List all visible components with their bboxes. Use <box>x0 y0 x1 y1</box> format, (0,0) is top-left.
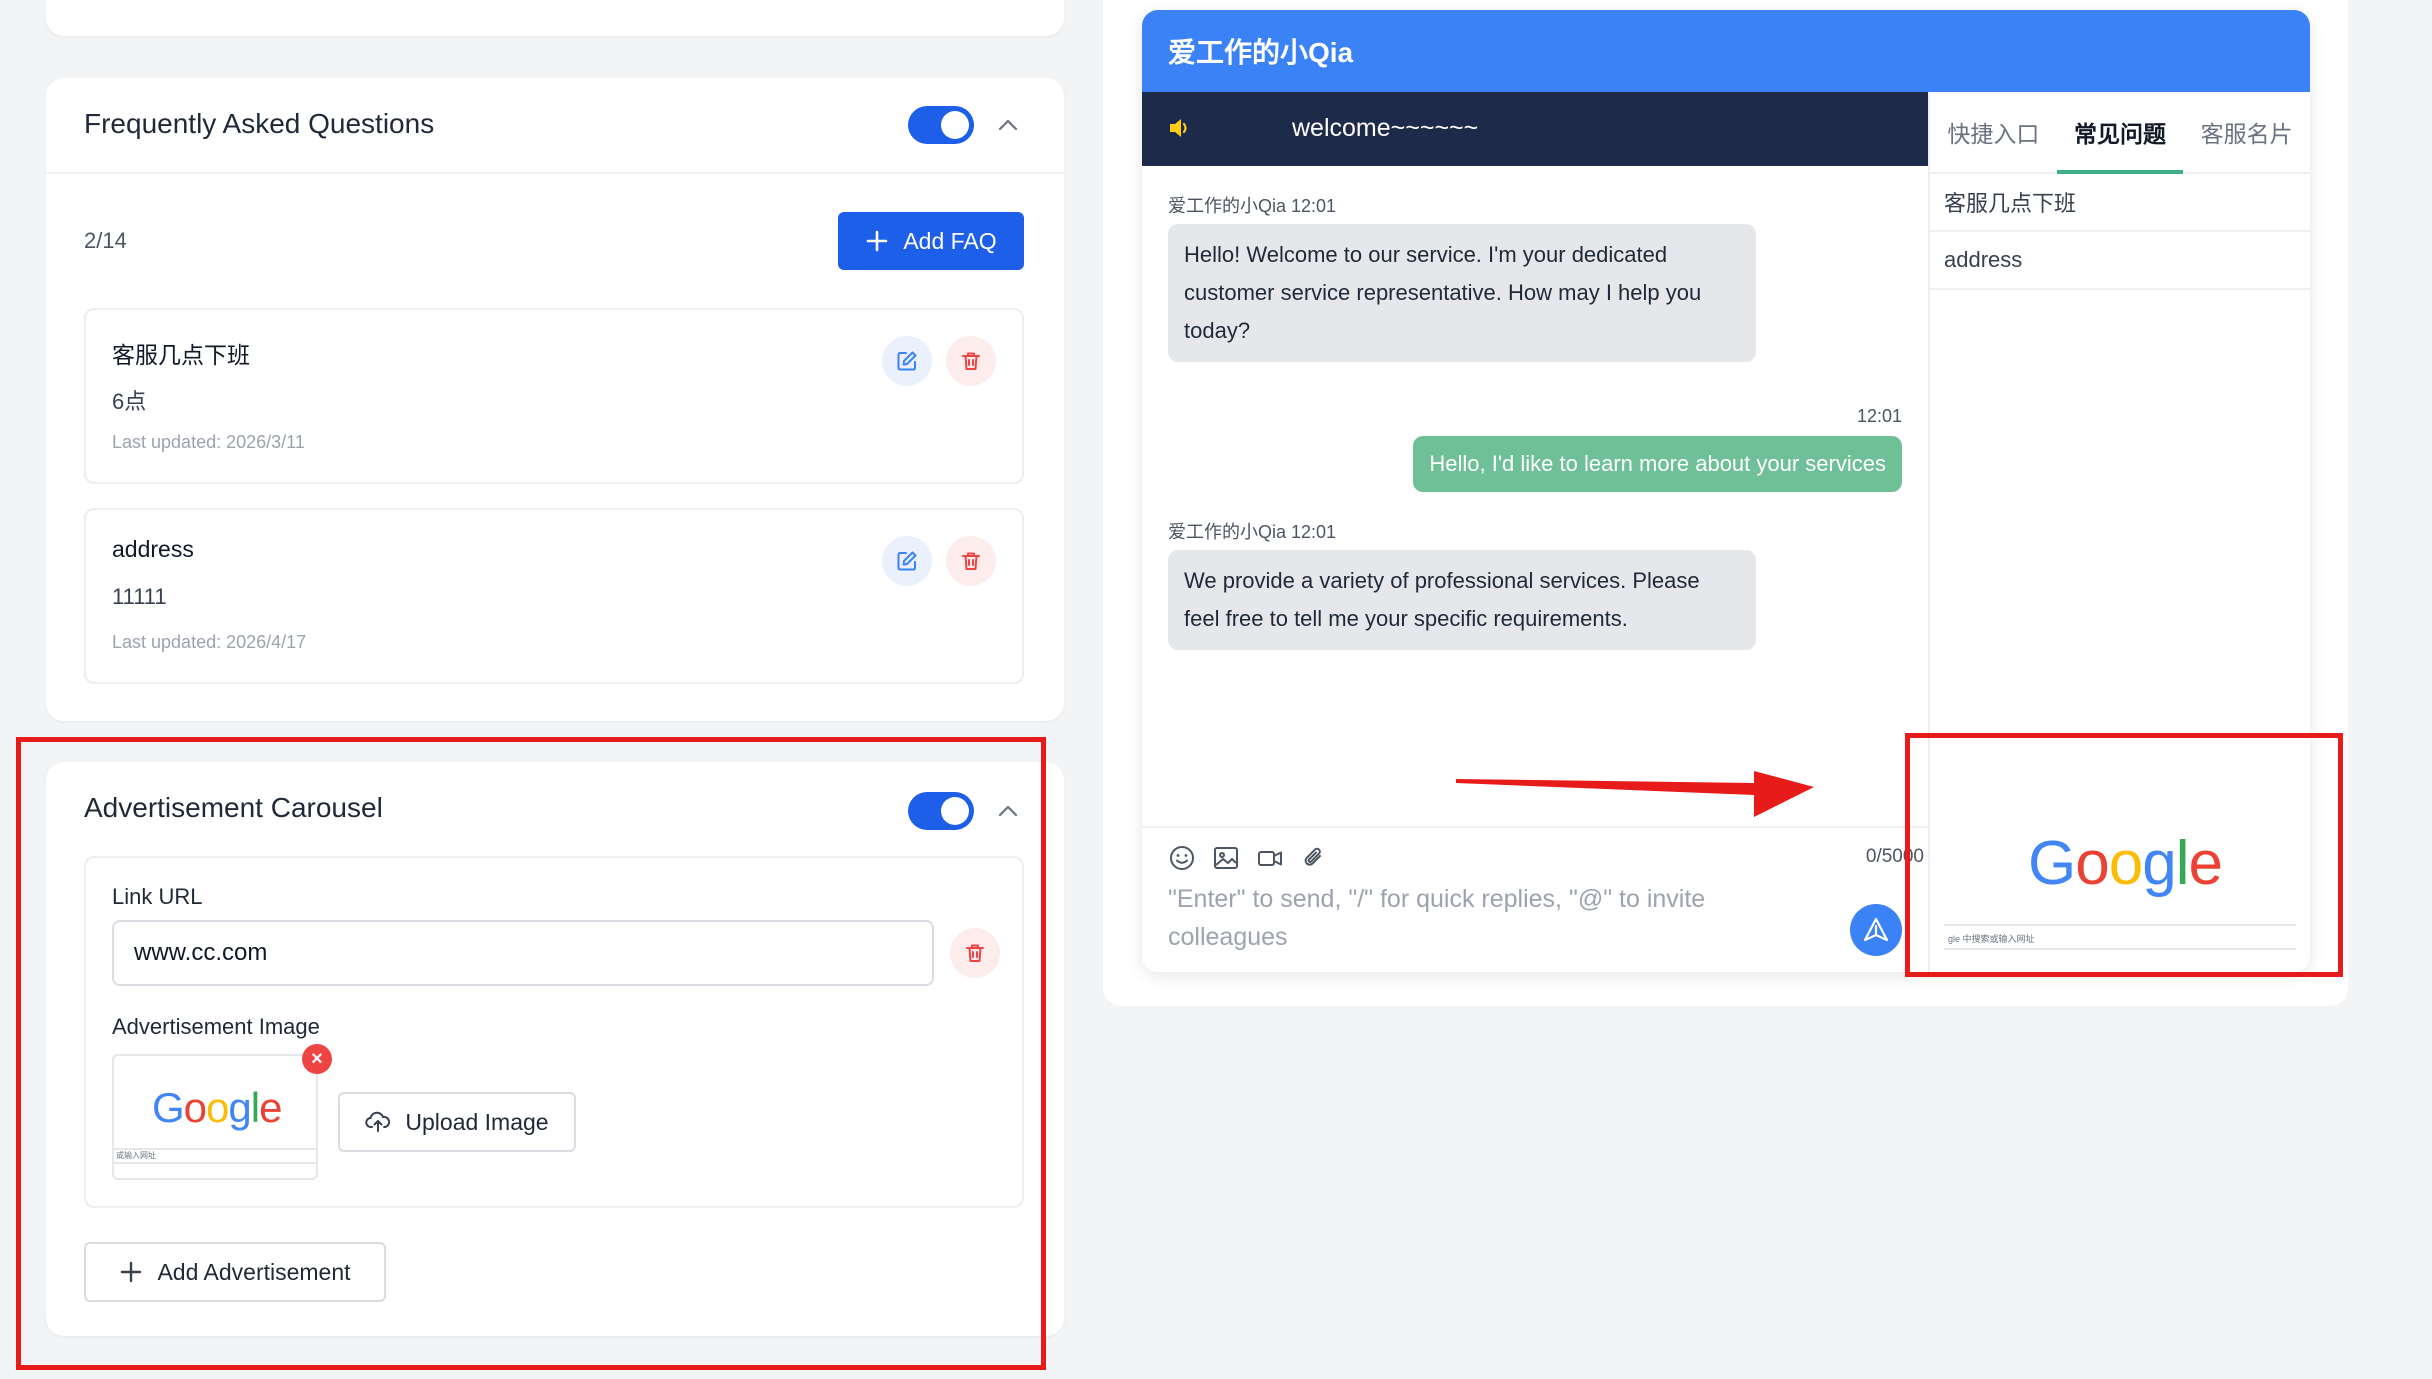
widget-title: 爱工作的小Qia <box>1142 10 2310 92</box>
faq-updated-date: Last updated: 2026/3/11 <box>112 432 305 452</box>
emoji-icon[interactable] <box>1168 844 1196 872</box>
edit-icon <box>897 551 917 571</box>
send-icon <box>1863 917 1889 942</box>
edit-icon <box>897 351 917 371</box>
add-faq-button[interactable]: Add FAQ <box>838 212 1024 270</box>
highlight-box-ad-settings <box>16 737 1046 1370</box>
message-time: 12:01 <box>1856 406 1902 426</box>
chat-message-area: 爱工作的小Qia 12:01 Hello! Welcome to our ser… <box>1142 166 1928 826</box>
notice-text: welcome~~~~~~ <box>1292 114 1479 142</box>
previous-section-card <box>46 0 1064 36</box>
tab-quick-entry[interactable]: 快捷入口 <box>1930 92 2057 172</box>
tab-faq[interactable]: 常见问题 <box>2056 92 2184 174</box>
preview-tabs: 快捷入口 常见问题 客服名片 <box>1928 92 2310 174</box>
faq-answer: 11111 <box>112 584 167 609</box>
delete-faq-button[interactable] <box>946 536 996 586</box>
faq-count: 2/14 <box>84 228 127 253</box>
send-button[interactable] <box>1850 904 1902 956</box>
chat-input[interactable]: "Enter" to send, "/" for quick replies, … <box>1168 880 1808 956</box>
faq-item: 客服几点下班 6点 Last updated: 2026/3/11 <box>84 308 1024 484</box>
message-sender: 爱工作的小Qia 12:01 <box>1168 196 1337 216</box>
faq-section: Frequently Asked Questions 2/14 Add FAQ … <box>46 78 1064 721</box>
faq-list-item[interactable]: 客服几点下班 <box>1930 174 2310 232</box>
faq-answer: 6点 <box>112 389 147 414</box>
edit-faq-button[interactable] <box>882 536 932 586</box>
outgoing-message-bubble: Hello, I'd like to learn more about your… <box>1413 436 1902 492</box>
faq-question-list: 客服几点下班 address <box>1928 174 2310 748</box>
plus-icon <box>867 230 888 252</box>
tab-agent-card[interactable]: 客服名片 <box>2183 92 2310 172</box>
faq-item: address 11111 Last updated: 2026/4/17 <box>84 508 1024 684</box>
speaker-icon <box>1170 119 1187 137</box>
video-icon[interactable] <box>1256 844 1284 872</box>
collapse-chevron-icon[interactable] <box>997 114 1019 136</box>
faq-divider <box>46 172 1064 174</box>
message-sender: 爱工作的小Qia 12:01 <box>1168 522 1337 542</box>
faq-updated-date: Last updated: 2026/4/17 <box>112 632 307 652</box>
edit-faq-button[interactable] <box>882 336 932 386</box>
faq-question: address <box>112 536 194 562</box>
faq-question: 客服几点下班 <box>112 342 250 368</box>
faq-list-item[interactable]: address <box>1930 232 2310 290</box>
highlight-box-ad-preview <box>1905 733 2343 977</box>
trash-icon <box>962 352 980 370</box>
trash-icon <box>962 552 980 570</box>
paperclip-icon[interactable] <box>1300 844 1328 872</box>
chat-input-area: 0/5000 "Enter" to send, "/" for quick re… <box>1142 826 1928 972</box>
delete-faq-button[interactable] <box>946 336 996 386</box>
incoming-message-bubble: We provide a variety of professional ser… <box>1168 550 1756 650</box>
image-icon[interactable] <box>1212 844 1240 872</box>
incoming-message-bubble: Hello! Welcome to our service. I'm your … <box>1168 224 1756 362</box>
add-faq-label: Add FAQ <box>903 227 997 254</box>
faq-enable-toggle[interactable] <box>908 106 974 144</box>
notice-bar: welcome~~~~~~ <box>1142 92 1928 166</box>
faq-section-title: Frequently Asked Questions <box>84 108 435 139</box>
red-arrow-annotation <box>1456 771 1814 817</box>
